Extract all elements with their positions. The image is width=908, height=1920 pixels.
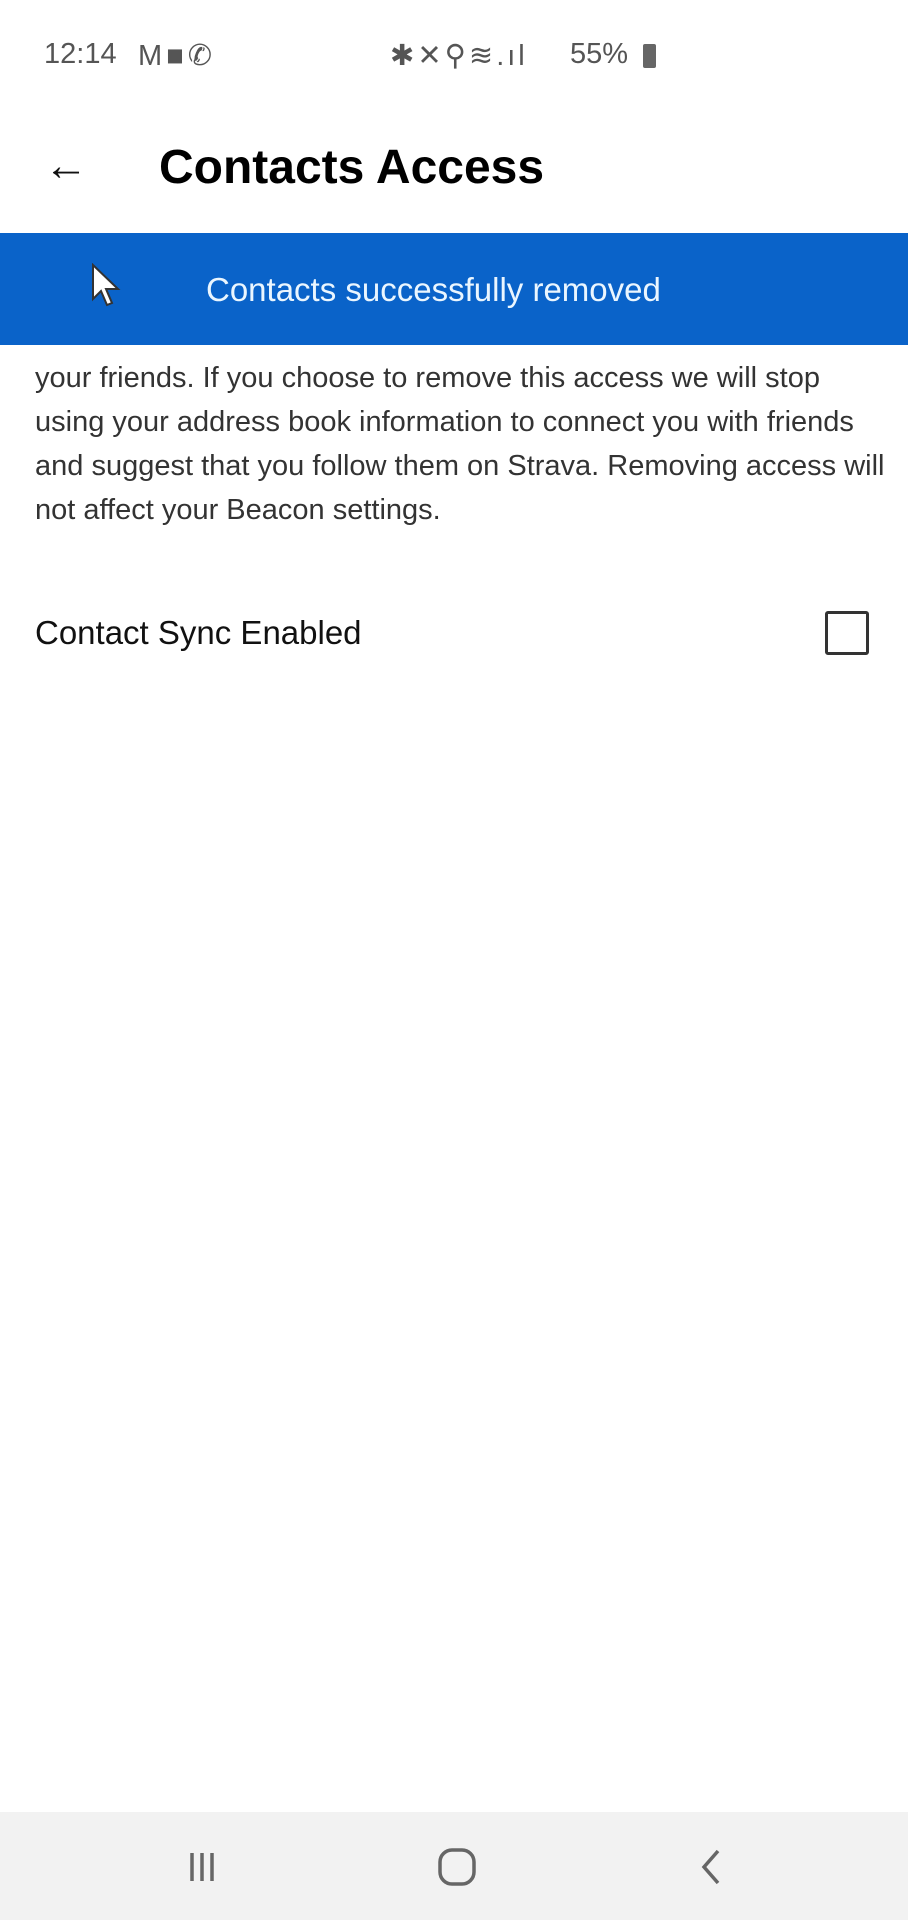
- video-icon: ■: [166, 40, 188, 72]
- contact-sync-checkbox[interactable]: [825, 611, 869, 655]
- system-icons: ✱✕⚲≋.ıl: [390, 38, 528, 73]
- snackbar-message: Contacts successfully removed: [206, 271, 661, 308]
- battery-percent: 55%: [570, 38, 629, 70]
- home-icon: [438, 1848, 476, 1886]
- recents-icon: [190, 1853, 214, 1881]
- battery-icon: [643, 44, 656, 68]
- back-button[interactable]: ←: [38, 140, 94, 192]
- mouse-cursor-icon: [92, 263, 121, 307]
- description-text: your friends. If you choose to remove th…: [35, 362, 885, 526]
- arrow-left-icon: ←: [44, 141, 88, 190]
- recents-button[interactable]: [166, 1840, 226, 1892]
- contact-sync-label: Contact Sync Enabled: [35, 614, 362, 651]
- location-icon: ⚲: [444, 40, 469, 72]
- page-title: Contacts Access: [159, 141, 545, 194]
- bluetooth-icon: ✱: [390, 40, 418, 72]
- back-icon: [701, 1849, 720, 1885]
- home-button[interactable]: [421, 1840, 481, 1892]
- gmail-icon: M: [138, 40, 167, 72]
- system-nav-bar: [0, 1812, 908, 1920]
- mute-icon: ✕: [417, 40, 445, 72]
- notification-icons: M■✆: [138, 38, 216, 73]
- phone-icon: ✆: [187, 40, 217, 72]
- app-bar: ← Contacts Access: [0, 120, 908, 220]
- signal-icon: .ıl: [496, 40, 528, 72]
- contact-sync-row[interactable]: Contact Sync Enabled: [0, 600, 908, 670]
- status-time: 12:14: [44, 38, 117, 70]
- status-bar: 12:14 M■✆ ✱✕⚲≋.ıl 55%: [0, 36, 908, 80]
- wifi-icon: ≋: [468, 40, 497, 72]
- snackbar: Contacts successfully removed: [0, 233, 908, 345]
- nav-back-button[interactable]: [676, 1840, 736, 1892]
